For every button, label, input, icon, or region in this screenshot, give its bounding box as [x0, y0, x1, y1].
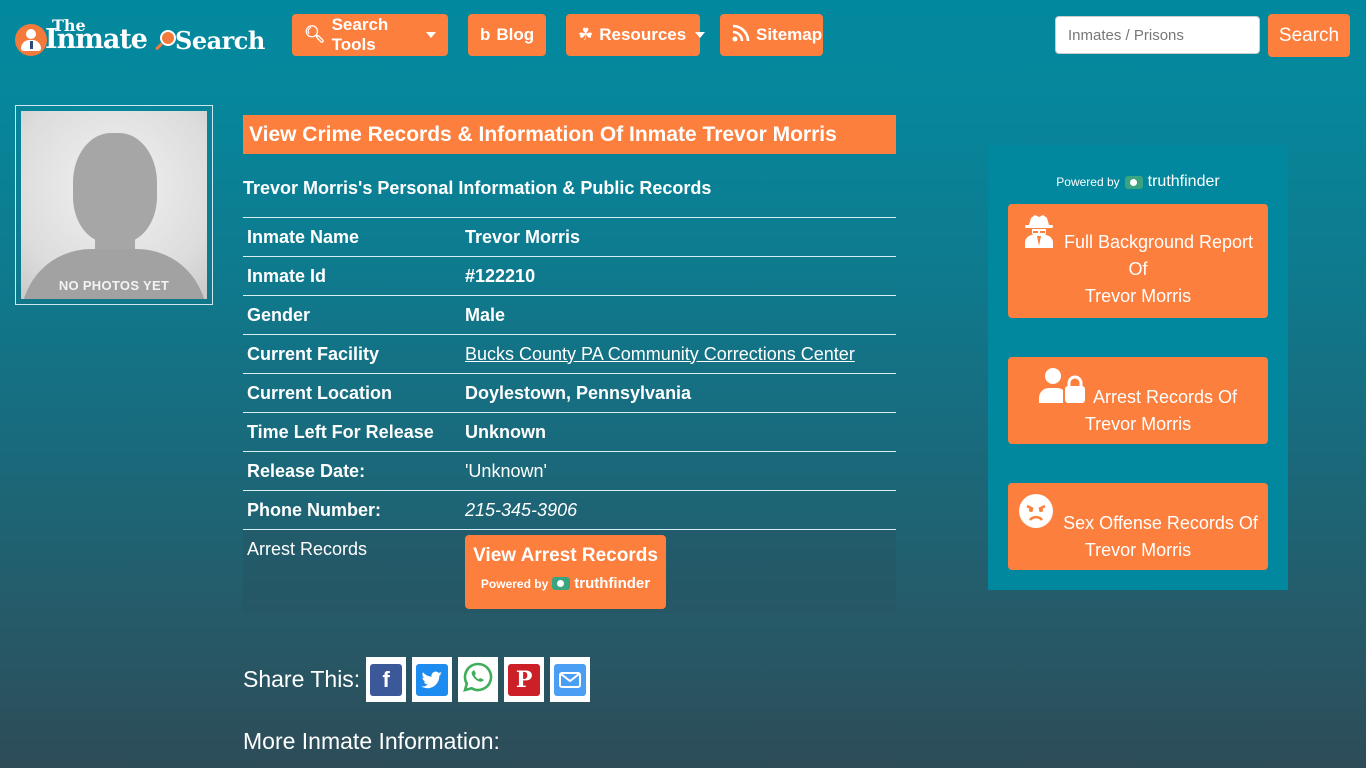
button-line: Trevor Morris: [1084, 286, 1192, 306]
nav-label: Blog: [496, 25, 535, 44]
row-value: Doylestown, Pennsylvania: [465, 382, 692, 403]
search-input[interactable]: [1055, 16, 1260, 54]
facility-link[interactable]: Bucks County PA Community Corrections Ce…: [465, 344, 855, 364]
powered-by: Powered by truthfinder: [988, 173, 1288, 191]
table-row: Gender Male: [243, 295, 896, 335]
nav-search-tools-button[interactable]: 🔍︎ Search Tools: [292, 14, 448, 56]
share-label: Share This:: [243, 666, 361, 692]
table-row: Current Facility Bucks County PA Communi…: [243, 334, 896, 374]
inmate-info-table: Inmate Name Trevor Morris Inmate Id #122…: [243, 217, 896, 613]
table-row: Phone Number: 215-345-3906: [243, 490, 896, 530]
search-button[interactable]: Search: [1268, 14, 1350, 57]
button-line: Trevor Morris: [1084, 540, 1192, 560]
button-line: Trevor Morris: [1084, 414, 1192, 434]
row-key: Arrest Records: [247, 539, 368, 559]
inmate-photo-frame: NO PHOTOS YET: [15, 105, 213, 305]
row-key: Phone Number:: [247, 499, 382, 520]
provider-name: truthfinder: [1147, 173, 1220, 190]
leaf-icon: ☘: [578, 25, 594, 44]
share-whatsapp-button[interactable]: [458, 657, 499, 702]
powered-by: Powered by truthfinder: [465, 575, 666, 592]
inmate-photo-placeholder: NO PHOTOS YET: [21, 111, 207, 299]
row-key: Gender: [247, 304, 311, 325]
share-facebook-button[interactable]: f: [366, 657, 407, 702]
logo-text-inmate: Inmate: [45, 24, 148, 55]
row-key: Time Left For Release: [247, 421, 434, 442]
nav-blog-button[interactable]: b Blog: [468, 14, 546, 56]
row-key: Inmate Name: [247, 226, 360, 247]
row-value: Male: [465, 304, 506, 325]
view-arrest-records-button[interactable]: View Arrest Records Powered by truthfind…: [465, 535, 666, 609]
spy-icon: [1023, 214, 1055, 256]
row-value: 'Unknown': [465, 460, 547, 481]
rss-icon: [732, 24, 750, 47]
blogger-icon: b: [480, 25, 491, 44]
table-row: Inmate Id #122210: [243, 256, 896, 296]
search-tools-icon: 🔍︎: [304, 25, 326, 44]
button-line: Sex Offense Records Of: [1063, 513, 1258, 533]
whatsapp-icon: [462, 661, 494, 698]
caret-down-icon: [426, 32, 436, 38]
page-title: View Crime Records & Information Of Inma…: [243, 115, 896, 154]
truthfinder-sidebar: Powered by truthfinder Full Background R…: [988, 145, 1288, 590]
row-key: Release Date:: [247, 460, 366, 481]
full-background-report-button[interactable]: Full Background Report Of Trevor Morris: [1008, 204, 1268, 318]
nav-resources-button[interactable]: ☘ Resources: [566, 14, 706, 56]
button-line: Of: [1128, 259, 1148, 279]
table-row: Release Date: 'Unknown': [243, 451, 896, 491]
table-row: Current Location Doylestown, Pennsylvani…: [243, 373, 896, 413]
phone-number: 215-345-3906: [465, 499, 578, 520]
logo-text-search: Search: [175, 26, 265, 55]
row-key: Current Location: [247, 382, 393, 403]
site-logo[interactable]: The Inmate Search: [15, 16, 275, 56]
share-pinterest-button[interactable]: P: [504, 657, 545, 702]
row-key: Inmate Id: [247, 265, 327, 286]
button-line: Full Background Report: [1063, 232, 1254, 252]
table-row: Time Left For Release Unknown: [243, 412, 896, 452]
row-key: Current Facility: [247, 343, 380, 364]
truthfinder-logo-icon: [552, 577, 571, 590]
sex-offense-records-button[interactable]: Sex Offense Records Of Trevor Morris: [1008, 483, 1268, 570]
button-label: View Arrest Records: [473, 545, 658, 566]
angry-face-icon: [1018, 493, 1054, 537]
share-twitter-button[interactable]: [412, 657, 453, 702]
facebook-icon: f: [370, 663, 403, 696]
arrest-records-button[interactable]: Arrest Records Of Trevor Morris: [1008, 357, 1268, 444]
nav-label: Resources: [599, 25, 687, 44]
nav-label: Sitemap: [756, 25, 823, 44]
magnifier-handle: [155, 42, 163, 51]
user-lock-icon: [1038, 367, 1085, 411]
caret-down-icon: [695, 32, 706, 38]
email-icon: [554, 663, 587, 696]
no-photo-label: NO PHOTOS YET: [58, 278, 170, 293]
table-row: Inmate Name Trevor Morris: [243, 217, 896, 257]
powered-by-text: Powered by: [480, 576, 549, 591]
row-value: Trevor Morris: [465, 226, 581, 247]
share-email-button[interactable]: [550, 657, 591, 702]
powered-by-text: Powered by: [1056, 175, 1120, 189]
section-subtitle: Trevor Morris's Personal Information & P…: [243, 178, 712, 198]
twitter-icon: [416, 663, 449, 696]
more-info-heading: More Inmate Information:: [243, 728, 500, 754]
pinterest-icon: P: [508, 663, 541, 696]
provider-name: truthfinder: [574, 575, 651, 592]
share-bar: Share This: f P: [243, 657, 596, 702]
truthfinder-logo-icon: [1124, 175, 1143, 189]
row-value: Unknown: [465, 421, 546, 442]
inmate-avatar-icon: [15, 24, 47, 56]
nav-sitemap-button[interactable]: Sitemap: [720, 14, 823, 56]
table-row: Arrest Records View Arrest Records Power…: [243, 529, 896, 613]
row-value: #122210: [465, 265, 536, 286]
nav-label: Search Tools: [331, 15, 389, 54]
button-line: Arrest Records Of: [1092, 387, 1238, 407]
